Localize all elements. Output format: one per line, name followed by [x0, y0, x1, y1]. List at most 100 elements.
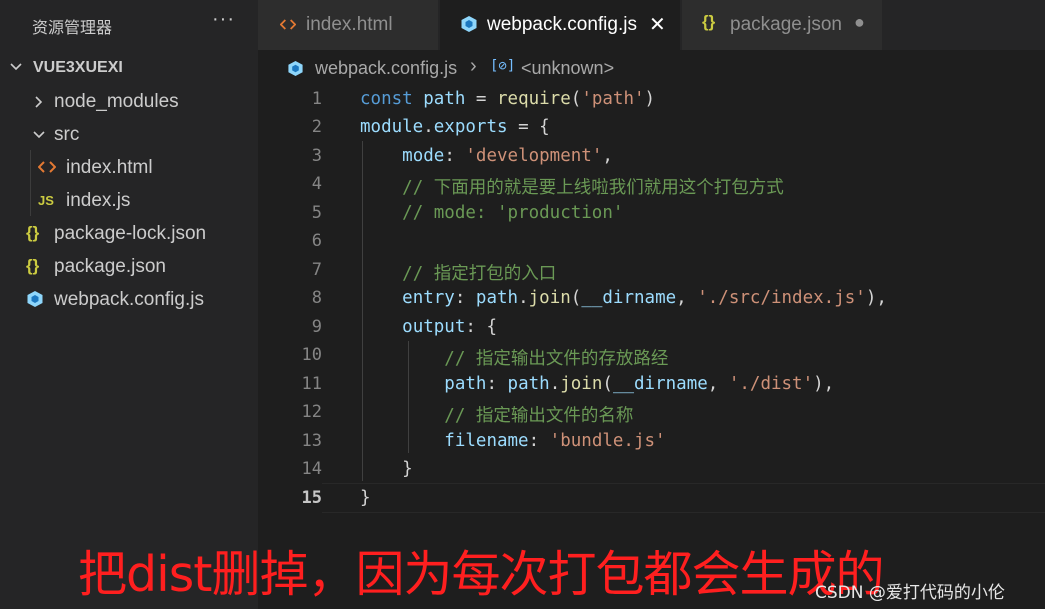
- webpack-file-icon: [461, 16, 477, 32]
- code-line[interactable]: const path = require('path'): [360, 89, 655, 109]
- code-token: __dirname: [612, 374, 708, 394]
- tree-item-label: package.json: [54, 256, 166, 277]
- tree-item-webpack-config-js[interactable]: webpack.config.js: [0, 284, 258, 314]
- watermark: CSDN @爱打代码的小伦: [815, 583, 1005, 603]
- close-icon[interactable]: ✕: [649, 12, 666, 37]
- code-token: :: [486, 374, 508, 394]
- tree-item-label: node_modules: [54, 91, 179, 112]
- code-token: 'bundle.js': [549, 431, 666, 451]
- code-token: :: [454, 288, 476, 308]
- code-token: // 指定打包的入口: [402, 264, 557, 284]
- line-number: 9: [311, 317, 322, 337]
- tree-item-label: index.html: [66, 157, 153, 178]
- html-file-icon: [280, 19, 296, 30]
- tree-item-package-lock-json[interactable]: {} package-lock.json: [0, 218, 258, 248]
- code-line[interactable]: path: path.join(__dirname, './dist'),: [360, 374, 834, 394]
- json-file-icon: {}: [702, 12, 716, 31]
- code-token: './src/index.js': [697, 288, 866, 308]
- code-line[interactable]: mode: 'development',: [360, 146, 613, 166]
- code-token: 'development': [465, 146, 603, 166]
- line-number: 1: [311, 89, 322, 109]
- code-token: ): [644, 89, 656, 109]
- line-number: 2: [311, 117, 322, 137]
- tree-item-label: webpack.config.js: [54, 289, 204, 310]
- code-token: // mode: 'production': [402, 203, 624, 223]
- chevron-down-icon: [10, 63, 22, 71]
- code-token: : {: [465, 317, 497, 337]
- code-token: .: [518, 288, 529, 308]
- code-line[interactable]: }: [360, 488, 371, 508]
- tree-item-src[interactable]: src: [0, 119, 258, 149]
- current-line-highlight: [322, 483, 1045, 513]
- tab-package-json[interactable]: {} package.json ●: [682, 0, 882, 50]
- code-token: 'path': [581, 89, 645, 109]
- code-line[interactable]: entry: path.join(__dirname, './src/index…: [360, 288, 887, 308]
- code-token: .: [549, 374, 561, 394]
- code-line[interactable]: // mode: 'production': [360, 203, 623, 223]
- code-token: :: [444, 146, 466, 166]
- code-line[interactable]: // 指定输出文件的名称: [360, 402, 633, 427]
- js-file-icon: JS: [38, 193, 54, 208]
- code-token: = {: [507, 117, 550, 137]
- code-token: mode: [402, 146, 445, 166]
- line-number: 4: [311, 174, 322, 194]
- explorer-header: 资源管理器 ···: [0, 0, 258, 50]
- code-token: __dirname: [581, 288, 677, 308]
- unsaved-dot-icon[interactable]: ●: [854, 12, 865, 33]
- tree-item-node-modules[interactable]: node_modules: [0, 86, 258, 116]
- code-line[interactable]: }: [360, 459, 413, 479]
- code-token: entry: [402, 288, 455, 308]
- breadcrumb-file[interactable]: webpack.config.js: [315, 58, 457, 79]
- code-line[interactable]: output: {: [360, 317, 497, 337]
- code-token: join: [560, 374, 603, 394]
- code-line[interactable]: // 指定打包的入口: [360, 260, 556, 285]
- code-token: output: [402, 317, 466, 337]
- tree-item-index-html[interactable]: index.html: [0, 152, 258, 182]
- tab-label: webpack.config.js: [487, 14, 637, 35]
- line-number: 10: [301, 345, 322, 365]
- tree-item-index-js[interactable]: JS index.js: [0, 185, 258, 215]
- project-folder-header[interactable]: VUE3XUEXI: [0, 53, 258, 83]
- chevron-right-icon: [35, 96, 43, 108]
- breadcrumb-symbol[interactable]: <unknown>: [521, 58, 614, 79]
- code-token: './dist': [728, 374, 814, 394]
- code-token: // 指定输出文件的名称: [444, 406, 634, 426]
- tree-item-label: package-lock.json: [54, 223, 207, 244]
- tab-webpack-config-js[interactable]: webpack.config.js ✕: [440, 0, 680, 50]
- code-token: ),: [813, 374, 835, 394]
- line-number: 14: [301, 459, 322, 479]
- code-token: require: [497, 89, 571, 109]
- code-token: path: [475, 288, 519, 308]
- code-line[interactable]: filename: 'bundle.js': [360, 431, 666, 451]
- code-token: (: [570, 89, 582, 109]
- code-token: ,: [707, 374, 729, 394]
- code-token: }: [360, 488, 371, 508]
- code-token: module: [360, 117, 424, 137]
- code-line[interactable]: module.exports = {: [360, 117, 550, 137]
- line-number: 7: [311, 260, 322, 280]
- tab-index-html[interactable]: index.html: [258, 0, 438, 50]
- code-token: join: [528, 288, 571, 308]
- code-token: =: [465, 89, 497, 109]
- code-token: // 指定输出文件的存放路经: [444, 349, 669, 369]
- more-actions-icon[interactable]: ···: [212, 8, 235, 31]
- code-token: path: [507, 374, 550, 394]
- tab-label: index.html: [306, 14, 393, 35]
- code-token: exports: [433, 117, 508, 137]
- line-number: 13: [301, 431, 322, 451]
- line-number: 3: [311, 146, 322, 166]
- line-number: 15: [301, 488, 322, 508]
- tree-item-package-json[interactable]: {} package.json: [0, 251, 258, 281]
- code-token: // 下面用的就是要上线啦我们就用这个打包方式: [402, 178, 784, 198]
- json-file-icon: {}: [26, 256, 40, 275]
- tree-item-label: index.js: [66, 190, 131, 211]
- code-line[interactable]: // 下面用的就是要上线啦我们就用这个打包方式: [360, 174, 784, 199]
- code-line[interactable]: // 指定输出文件的存放路经: [360, 345, 668, 370]
- line-number: 11: [301, 374, 322, 394]
